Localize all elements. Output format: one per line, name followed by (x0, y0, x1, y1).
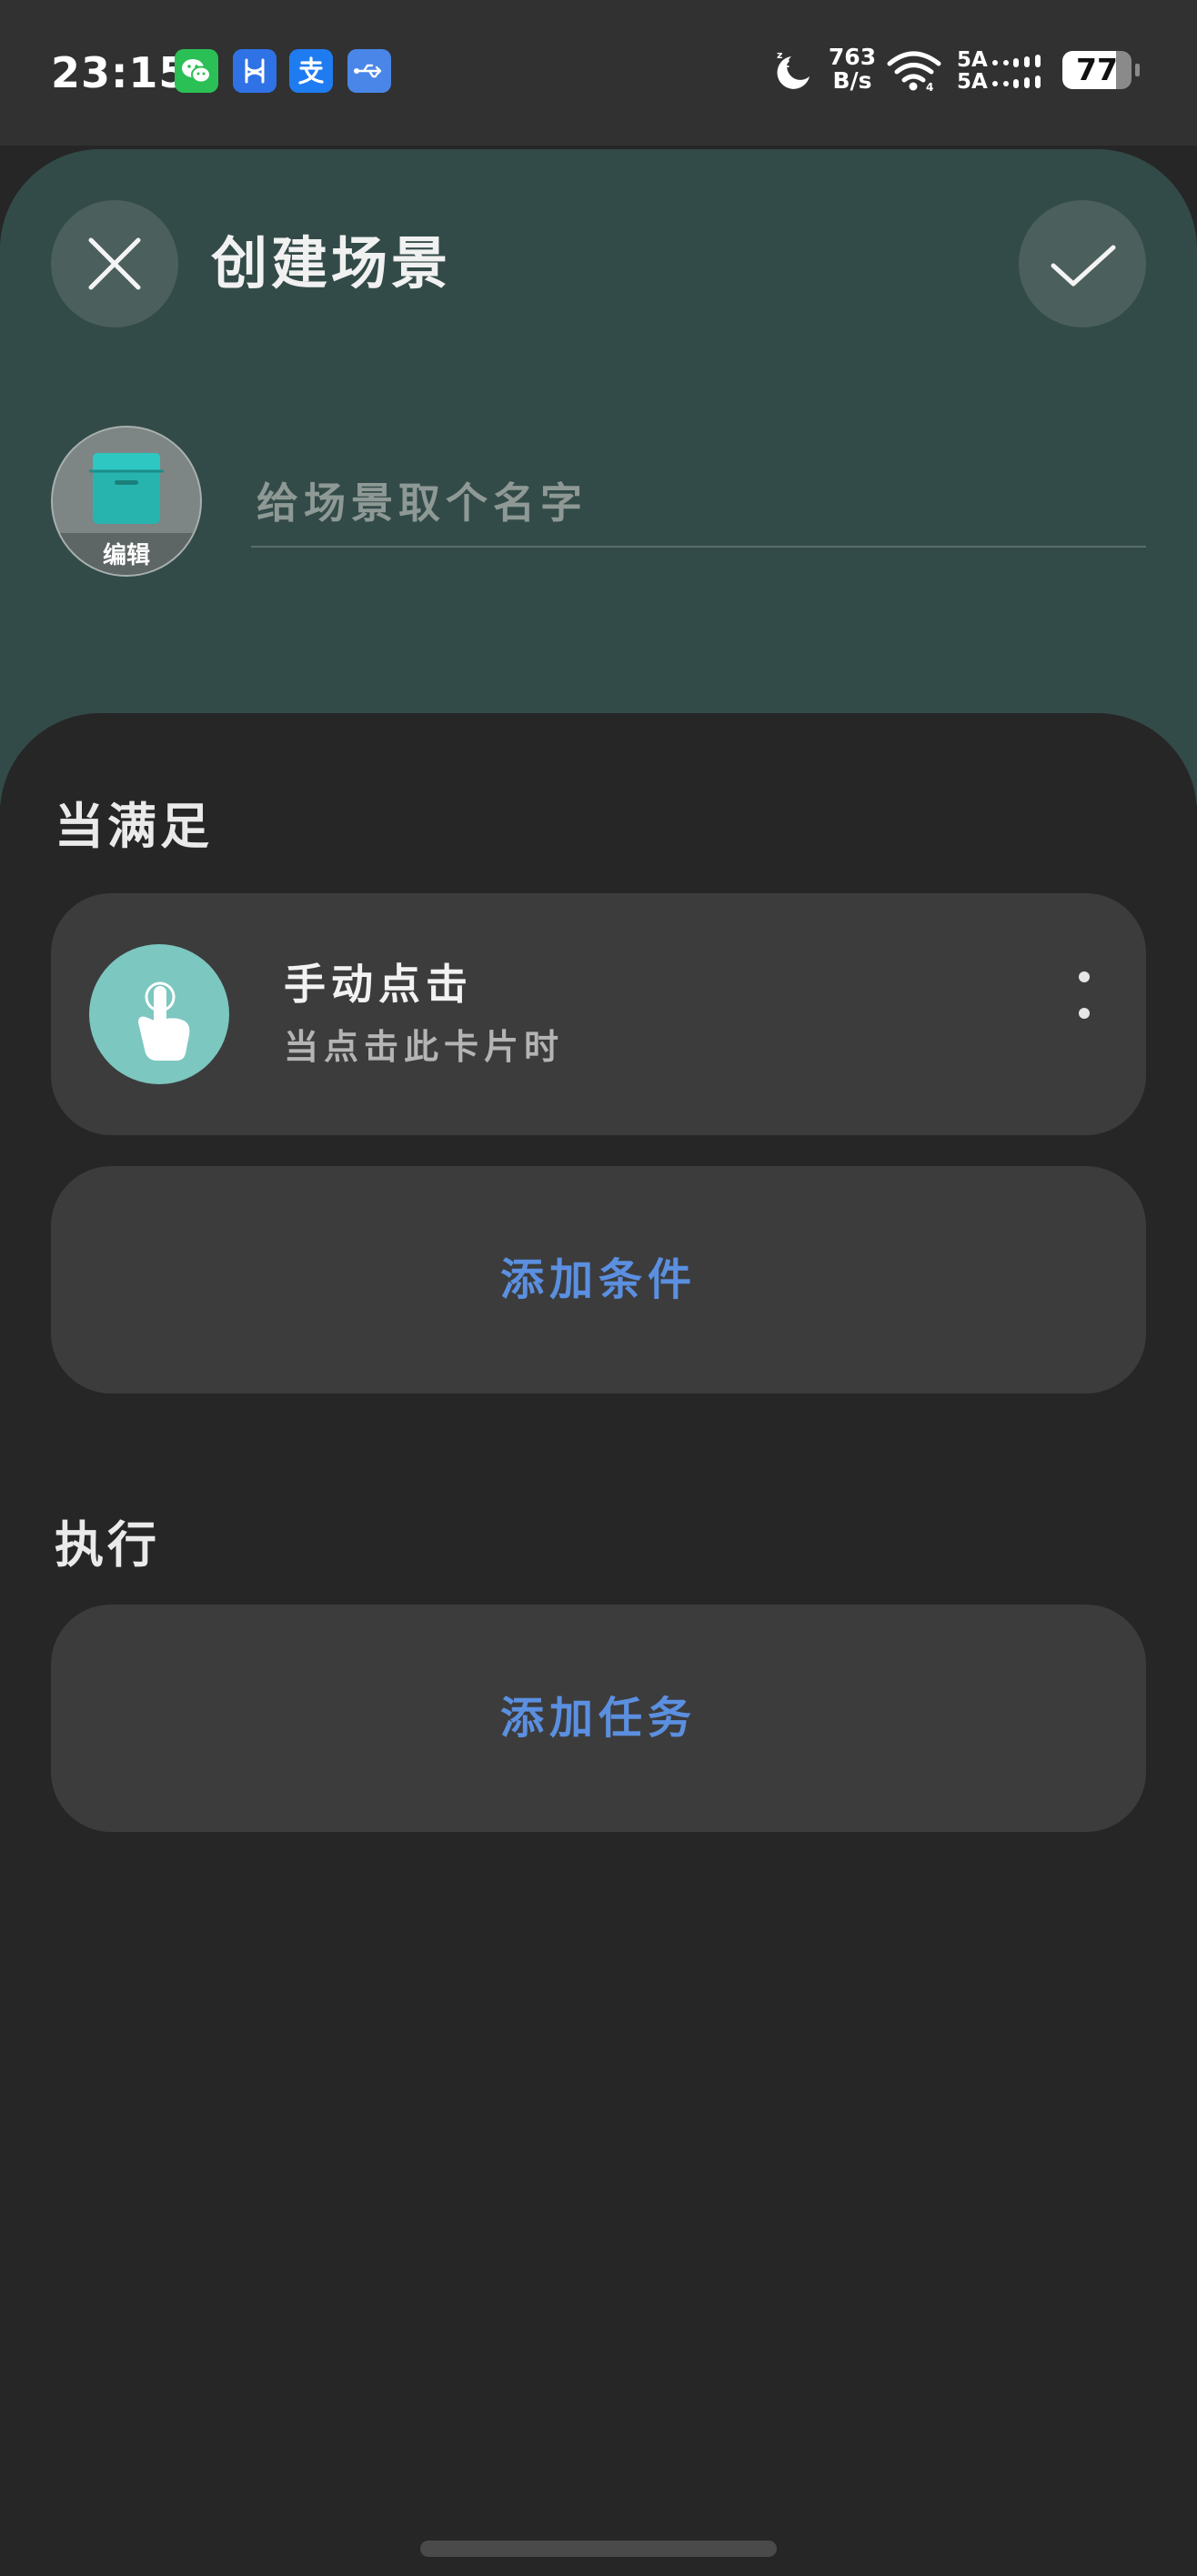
battery-indicator: 77 (1062, 51, 1132, 89)
battery-level: 77 (1076, 52, 1118, 87)
page-title: 创建场景 (211, 230, 452, 297)
check-icon (1051, 245, 1116, 287)
add-task-button[interactable]: 添加任务 (51, 1605, 1146, 1832)
status-bar: 23:15 z z 763 B/s 4 5A 5A 77 (0, 0, 1197, 146)
home-indicator[interactable] (420, 2541, 777, 2557)
wifi-icon: 4 (886, 47, 944, 94)
scene-icon-picker[interactable]: 编辑 (51, 426, 202, 577)
create-scene-page: 23:15 z z 763 B/s 4 5A 5A 77 创建场景 编辑 给场景… (0, 0, 1197, 2576)
condition-title: 手动点击 (284, 960, 473, 1009)
usb-icon (347, 49, 391, 93)
add-task-label: 添加任务 (499, 1693, 697, 1744)
net-speed-value: 763 (828, 44, 877, 70)
tap-hand-icon (89, 944, 229, 1084)
scene-icon-edit-label: 编辑 (102, 542, 150, 569)
wechat-icon (175, 49, 218, 93)
svg-text:4: 4 (926, 81, 933, 93)
xiaohongshu-icon (233, 49, 277, 93)
add-condition-button[interactable]: 添加条件 (51, 1166, 1146, 1394)
close-button[interactable] (51, 200, 178, 327)
sim1-label: 5A (957, 48, 988, 72)
svg-text:z: z (782, 56, 790, 71)
alipay-icon (289, 49, 333, 93)
conditions-section-title: 当满足 (55, 798, 213, 855)
sleep-mode-icon: z z (770, 45, 815, 95)
main-panel: 当满足 手动点击 当点击此卡片时 添加条件 执行 添加任务 (0, 713, 1197, 2576)
close-icon (88, 237, 141, 290)
battery-tip (1135, 64, 1140, 76)
condition-subtitle: 当点击此卡片时 (284, 1027, 565, 1067)
confirm-button[interactable] (1019, 200, 1146, 327)
status-time: 23:15 (51, 48, 189, 97)
net-speed-unit: B/s (832, 67, 872, 94)
net-speed: 763 B/s (828, 45, 877, 93)
scene-name-input[interactable] (251, 460, 1146, 548)
signal-bars-icon (991, 53, 1048, 93)
actions-section-title: 执行 (55, 1516, 160, 1574)
sim2-label: 5A (957, 70, 988, 94)
condition-card[interactable]: 手动点击 当点击此卡片时 (51, 893, 1146, 1135)
add-condition-label: 添加条件 (499, 1254, 697, 1305)
more-options-button[interactable] (1057, 968, 1112, 1059)
